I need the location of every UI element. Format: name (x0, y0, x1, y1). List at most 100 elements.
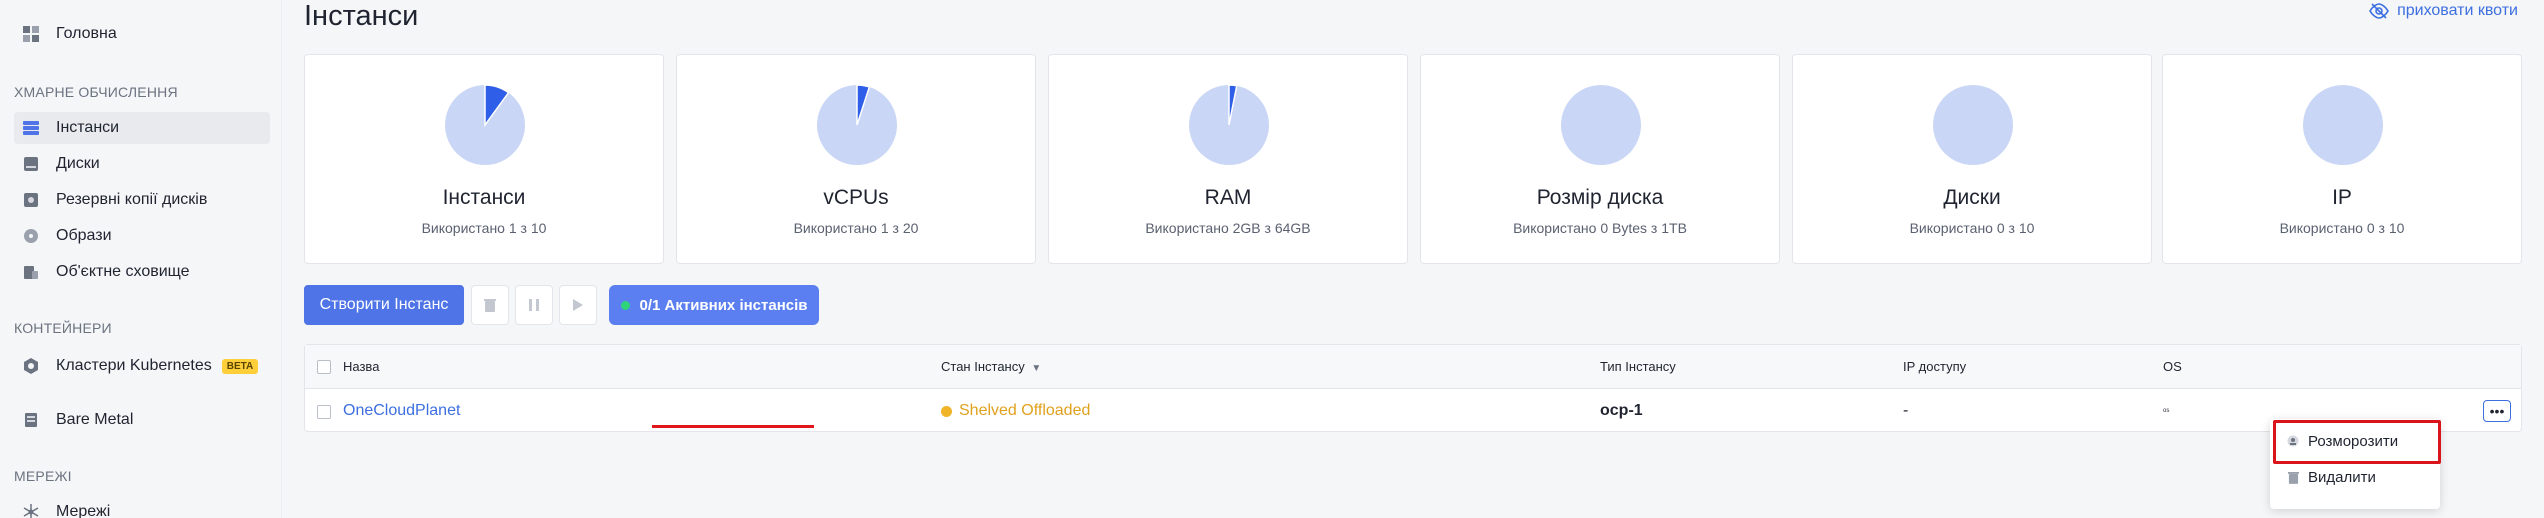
quota-pie-chart (445, 85, 525, 165)
instance-os: os (2163, 408, 2170, 414)
active-instances-badge[interactable]: 0/1 Активних інстансів (609, 285, 819, 325)
sidebar-section-networks: МЕРЕЖІ (14, 468, 72, 484)
trash-icon (484, 299, 496, 312)
sidebar-section-containers: КОНТЕЙНЕРИ (14, 320, 112, 336)
sidebar-item-networks[interactable]: Мережі (14, 496, 270, 518)
quota-card-title: Розмір диска (1536, 186, 1664, 209)
quota-card-title: RAM (1204, 186, 1252, 209)
storage-icon (22, 263, 40, 281)
play-icon (573, 299, 583, 311)
quota-pie-chart (1561, 85, 1641, 165)
hide-quotas-link[interactable]: приховати квоти (2369, 2, 2518, 20)
sidebar-item-object-storage[interactable]: Об'єктне сховище (14, 256, 270, 288)
server-icon (22, 119, 40, 137)
bare-metal-icon (22, 411, 40, 429)
row-checkbox[interactable] (317, 405, 331, 419)
sidebar-item-label: Диски (56, 155, 100, 172)
sidebar-item-label: Головна (56, 25, 117, 42)
eye-off-icon (2369, 3, 2389, 19)
quota-card-title: IP (2332, 186, 2352, 209)
sidebar-item-disks[interactable]: Диски (14, 148, 270, 180)
quota-card-usage: Використано 0 з 10 (2279, 220, 2405, 236)
quota-cards: Інстанси Використано 1 з 10 vCPUs Викори… (304, 54, 2522, 264)
disk-icon (22, 155, 40, 173)
sidebar-item-label: Резервні копії дисків (56, 191, 208, 208)
more-icon: ••• (2489, 403, 2505, 419)
sidebar-item-label: Образи (56, 227, 112, 244)
quota-card-disk-size: Розмір диска Використано 0 Bytes з 1TB (1420, 54, 1780, 264)
status-highlight-underline (652, 425, 814, 428)
backup-icon (22, 191, 40, 209)
instance-status: Shelved Offloaded (941, 389, 1090, 433)
quota-card-usage: Використано 1 з 10 (421, 220, 547, 236)
quota-card-usage: Використано 0 з 10 (1909, 220, 2035, 236)
table-header: Назва Стан Інстансу ▼ Тип Інстансу IP до… (305, 345, 2521, 389)
sidebar-item-label: Кластери Kubernetes (56, 357, 212, 374)
beta-badge: BETA (221, 358, 259, 374)
sort-down-icon: ▼ (1031, 363, 1042, 374)
dashboard-icon (22, 25, 40, 43)
column-ip[interactable]: IP доступу (1903, 345, 1966, 389)
image-disc-icon (22, 227, 40, 245)
quota-card-vcpus: vCPUs Використано 1 з 20 (676, 54, 1036, 264)
status-dot-icon (941, 405, 952, 417)
quota-pie-chart (1189, 85, 1269, 165)
quota-pie-free (2303, 85, 2383, 165)
pause-button[interactable] (515, 285, 553, 325)
quota-pie-chart (817, 85, 897, 165)
start-button[interactable] (559, 285, 597, 325)
menu-highlight-box (2273, 420, 2441, 464)
hide-quotas-label: приховати квоти (2397, 2, 2518, 19)
sidebar-item-label: Інстанси (56, 119, 120, 136)
menu-item-label: Видалити (2308, 468, 2376, 486)
column-os[interactable]: OS (2163, 345, 2182, 389)
select-all-checkbox[interactable] (317, 360, 331, 374)
quota-pie-free (1933, 85, 2013, 165)
network-icon (22, 503, 40, 518)
pause-icon (529, 299, 539, 311)
column-type[interactable]: Тип Інстансу (1600, 345, 1676, 389)
quota-card-title: vCPUs (823, 186, 889, 209)
quota-pie-free (1561, 85, 1641, 165)
sidebar-item-kubernetes[interactable]: Кластери Kubernetes BETA (14, 350, 270, 382)
trash-icon (2286, 470, 2300, 484)
sidebar: Головна ХМАРНЕ ОБЧИСЛЕННЯ Інстанси Диски… (0, 0, 282, 518)
sidebar-item-backups[interactable]: Резервні копії дисків (14, 184, 270, 216)
sidebar-section-cloud: ХМАРНЕ ОБЧИСЛЕННЯ (14, 84, 178, 100)
quota-card-usage: Використано 2GB з 64GB (1145, 220, 1311, 236)
sidebar-item-images[interactable]: Образи (14, 220, 270, 252)
sidebar-item-label: Об'єктне сховище (56, 263, 190, 280)
page-title: Інстанси (304, 0, 419, 32)
column-state[interactable]: Стан Інстансу ▼ (941, 345, 1041, 389)
sidebar-item-label: Мережі (56, 503, 111, 518)
sidebar-item-bare-metal[interactable]: Bare Metal (14, 404, 270, 436)
sidebar-item-home[interactable]: Головна (14, 18, 270, 50)
quota-card-title: Інстанси (442, 186, 526, 209)
row-actions-button[interactable]: ••• (2483, 400, 2511, 422)
column-name[interactable]: Назва (343, 345, 379, 389)
instance-name-link[interactable]: OneCloudPlanet (343, 389, 460, 433)
quota-card-ip: IP Використано 0 з 10 (2162, 54, 2522, 264)
column-state-label: Стан Інстансу (941, 359, 1025, 374)
instance-ip: - (1903, 402, 1909, 419)
kubernetes-icon (22, 357, 40, 375)
sidebar-item-instances[interactable]: Інстанси (14, 112, 270, 144)
sidebar-item-label: Bare Metal (56, 411, 134, 428)
instance-status-label: Shelved Offloaded (959, 402, 1091, 419)
delete-button[interactable] (471, 285, 509, 325)
quota-card-ram: RAM Використано 2GB з 64GB (1048, 54, 1408, 264)
quota-card-usage: Використано 0 Bytes з 1TB (1513, 220, 1687, 236)
main-content: Інстанси приховати квоти Інстанси Викори… (282, 0, 2544, 518)
quota-pie-chart (2303, 85, 2383, 165)
menu-item-delete[interactable]: Видалити (2270, 459, 2440, 495)
instances-table: Назва Стан Інстансу ▼ Тип Інстансу IP до… (304, 344, 2522, 432)
quota-card-title: Диски (1943, 186, 2001, 209)
quota-card-disks: Диски Використано 0 з 10 (1792, 54, 2152, 264)
instance-type: ocp-1 (1600, 402, 1643, 419)
quota-card-usage: Використано 1 з 20 (793, 220, 919, 236)
quota-pie-chart (1933, 85, 2013, 165)
active-dot-icon (620, 300, 630, 310)
active-instances-label: 0/1 Активних інстансів (639, 296, 808, 314)
create-instance-button[interactable]: Створити Інстанс (304, 285, 464, 325)
quota-card-instances: Інстанси Використано 1 з 10 (304, 54, 664, 264)
